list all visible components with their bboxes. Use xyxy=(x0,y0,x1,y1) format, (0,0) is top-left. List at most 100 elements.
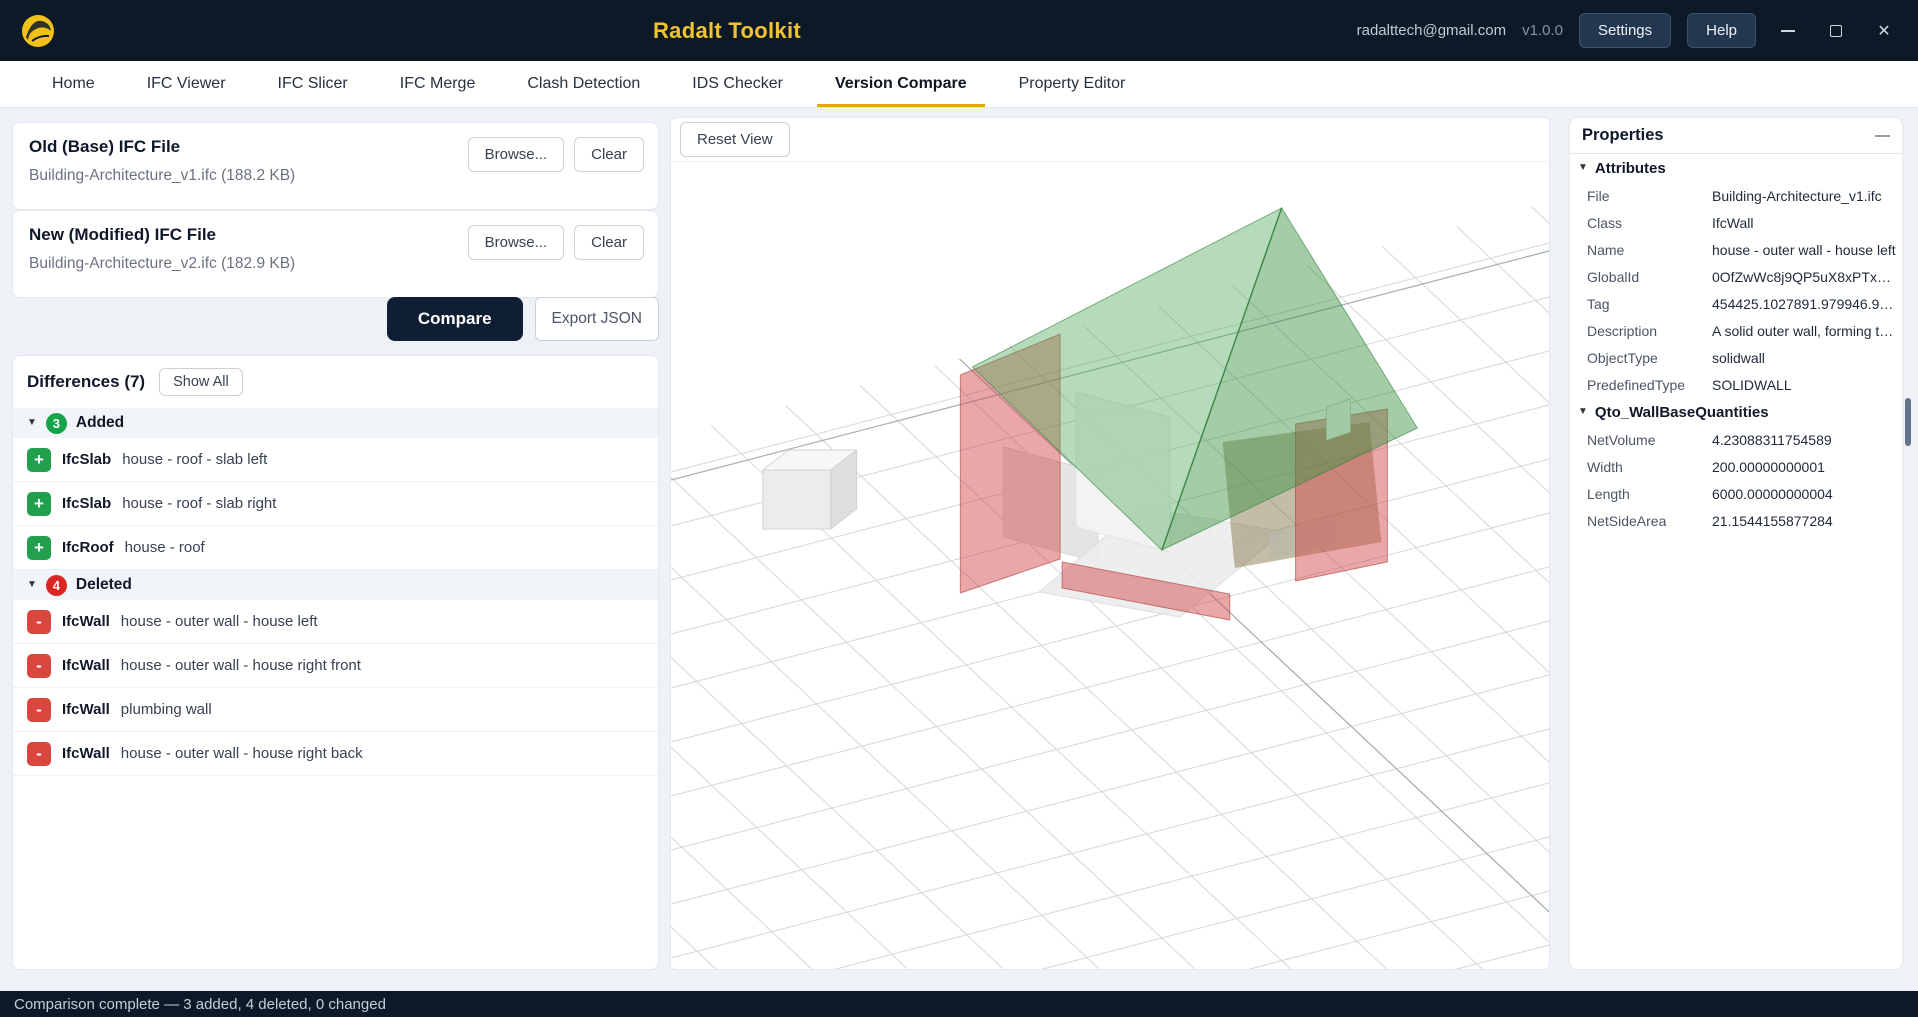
new-file-browse-button[interactable]: Browse... xyxy=(468,225,565,260)
plus-icon: + xyxy=(27,536,51,560)
close-button[interactable]: ✕ xyxy=(1868,16,1900,46)
old-file-browse-button[interactable]: Browse... xyxy=(468,137,565,172)
diff-item-class: IfcWall xyxy=(62,657,110,674)
new-file-clear-button[interactable]: Clear xyxy=(574,225,644,260)
tab-home[interactable]: Home xyxy=(26,61,121,107)
section-attributes[interactable]: ▼ Attributes xyxy=(1570,154,1902,182)
caret-down-icon: ▼ xyxy=(27,418,37,428)
prop-value: 4.23088311754589 xyxy=(1712,432,1838,448)
tab-version-compare[interactable]: Version Compare xyxy=(809,61,993,107)
caret-down-icon: ▼ xyxy=(1578,163,1588,173)
app-logo-icon xyxy=(18,11,58,51)
deleted-count-badge: 4 xyxy=(46,575,67,596)
diff-item-desc: house - roof - slab left xyxy=(122,451,267,468)
account-email: radalttech@gmail.com xyxy=(1357,22,1506,39)
prop-row-tag: Tag 454425.1027891.979946.932... xyxy=(1570,290,1902,317)
prop-row-length: Length 6000.00000000004 xyxy=(1570,480,1902,507)
new-file-card: New (Modified) IFC File Building-Archite… xyxy=(12,210,659,298)
minus-icon: - xyxy=(27,610,51,634)
prop-row-netvolume: NetVolume 4.23088311754589 xyxy=(1570,426,1902,453)
tab-ifc-merge[interactable]: IFC Merge xyxy=(374,61,502,107)
tab-ifc-viewer[interactable]: IFC Viewer xyxy=(121,61,252,107)
prop-value: A solid outer wall, forming th... xyxy=(1712,323,1902,339)
tab-property-editor[interactable]: Property Editor xyxy=(993,61,1152,107)
prop-value: IfcWall xyxy=(1712,215,1759,231)
titlebar: Radalt Toolkit radalttech@gmail.com v1.0… xyxy=(0,0,1918,61)
export-json-button[interactable]: Export JSON xyxy=(535,297,659,341)
caret-down-icon: ▼ xyxy=(27,580,37,590)
diff-item-class: IfcWall xyxy=(62,701,110,718)
reset-view-button[interactable]: Reset View xyxy=(680,122,790,157)
diff-item-desc: house - roof - slab right xyxy=(122,495,276,512)
section-qto-wallbasequantities[interactable]: ▼ Qto_WallBaseQuantities xyxy=(1570,398,1902,426)
diff-item-desc: house - outer wall - house left xyxy=(121,613,318,630)
prop-key: NetSideArea xyxy=(1570,513,1712,529)
old-file-clear-button[interactable]: Clear xyxy=(574,137,644,172)
section-attributes-label: Attributes xyxy=(1595,160,1666,177)
prop-row-netsidearea: NetSideArea 21.1544155877284 xyxy=(1570,507,1902,534)
caret-down-icon: ▼ xyxy=(1578,407,1588,417)
prop-row-description: Description A solid outer wall, forming … xyxy=(1570,317,1902,344)
prop-key: Class xyxy=(1570,215,1712,231)
properties-header: Properties — xyxy=(1570,118,1902,154)
plus-icon: + xyxy=(27,492,51,516)
prop-value: SOLIDWALL xyxy=(1712,377,1798,393)
viewport-canvas[interactable] xyxy=(671,162,1549,969)
minus-icon: - xyxy=(27,698,51,722)
prop-value: 200.00000000001 xyxy=(1712,459,1831,475)
viewport-3d[interactable]: Reset View xyxy=(670,117,1550,970)
prop-key: Description xyxy=(1570,323,1712,339)
maximize-icon xyxy=(1830,25,1842,37)
tab-bar: Home IFC Viewer IFC Slicer IFC Merge Cla… xyxy=(0,61,1918,108)
prop-value: Building-Architecture_v1.ifc xyxy=(1712,188,1888,204)
diff-item-class: IfcWall xyxy=(62,613,110,630)
show-all-button[interactable]: Show All xyxy=(159,368,243,396)
diff-item-added-3[interactable]: + IfcRoof house - roof xyxy=(13,526,658,570)
plus-icon: + xyxy=(27,448,51,472)
diff-item-added-1[interactable]: + IfcSlab house - roof - slab left xyxy=(13,438,658,482)
diff-item-added-2[interactable]: + IfcSlab house - roof - slab right xyxy=(13,482,658,526)
prop-row-name: Name house - outer wall - house left xyxy=(1570,236,1902,263)
diff-item-deleted-1[interactable]: - IfcWall house - outer wall - house lef… xyxy=(13,600,658,644)
status-bar: Comparison complete — 3 added, 4 deleted… xyxy=(0,991,1918,1017)
tab-ids-checker[interactable]: IDS Checker xyxy=(666,61,809,107)
maximize-button[interactable] xyxy=(1820,16,1852,46)
diff-item-deleted-4[interactable]: - IfcWall house - outer wall - house rig… xyxy=(13,732,658,776)
settings-button[interactable]: Settings xyxy=(1579,13,1671,48)
prop-key: Tag xyxy=(1570,296,1712,312)
properties-scrollbar[interactable] xyxy=(1905,398,1911,446)
minus-icon: - xyxy=(27,654,51,678)
compare-actions: Compare Export JSON xyxy=(12,297,659,341)
app-title: Radalt Toolkit xyxy=(653,18,801,44)
prop-key: PredefinedType xyxy=(1570,377,1712,393)
prop-value: 0OfZwWc8j9QP5uX8xPTxDH xyxy=(1712,269,1902,285)
diff-item-deleted-2[interactable]: - IfcWall house - outer wall - house rig… xyxy=(13,644,658,688)
prop-row-file: File Building-Architecture_v1.ifc xyxy=(1570,182,1902,209)
compare-button[interactable]: Compare xyxy=(387,297,523,341)
tab-clash-detection[interactable]: Clash Detection xyxy=(501,61,666,107)
properties-title: Properties xyxy=(1582,126,1664,145)
diff-item-desc: plumbing wall xyxy=(121,701,212,718)
prop-row-objecttype: ObjectType solidwall xyxy=(1570,344,1902,371)
diff-item-class: IfcRoof xyxy=(62,539,114,556)
prop-key: NetVolume xyxy=(1570,432,1712,448)
diff-group-deleted[interactable]: ▼ 4 Deleted xyxy=(13,570,658,600)
diff-item-desc: house - roof xyxy=(125,539,205,556)
diff-group-deleted-label: Deleted xyxy=(76,576,132,594)
prop-value: solidwall xyxy=(1712,350,1771,366)
diff-item-class: IfcSlab xyxy=(62,451,111,468)
collapse-panel-icon[interactable]: — xyxy=(1875,127,1890,144)
properties-panel: Properties — ▼ Attributes File Building-… xyxy=(1569,117,1903,970)
model-small-cube[interactable] xyxy=(763,450,857,529)
status-text: Comparison complete — 3 added, 4 deleted… xyxy=(14,996,386,1013)
diff-group-added[interactable]: ▼ 3 Added xyxy=(13,408,658,438)
tab-ifc-slicer[interactable]: IFC Slicer xyxy=(252,61,374,107)
help-button[interactable]: Help xyxy=(1687,13,1756,48)
prop-value: 454425.1027891.979946.932... xyxy=(1712,296,1902,312)
minimize-button[interactable] xyxy=(1772,16,1804,46)
prop-row-width: Width 200.00000000001 xyxy=(1570,453,1902,480)
diff-item-class: IfcWall xyxy=(62,745,110,762)
minimize-icon xyxy=(1781,30,1795,32)
diff-item-deleted-3[interactable]: - IfcWall plumbing wall xyxy=(13,688,658,732)
prop-key: Width xyxy=(1570,459,1712,475)
